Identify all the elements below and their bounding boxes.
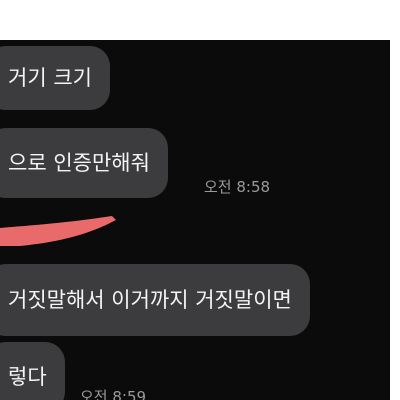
red-redaction-mark (0, 216, 116, 246)
message-bubble[interactable]: 으로 인증만해줘 (0, 128, 168, 198)
message-bubble[interactable]: 거기 크기 (0, 46, 110, 110)
message-timestamp: 오전 8:58 (204, 178, 271, 196)
message-bubble[interactable]: 렇다 (0, 342, 65, 400)
chat-conversation[interactable]: 거기 크기 으로 인증만해줘 오전 8:58 거짓말해서 이거까지 거짓말이면 … (0, 40, 390, 400)
message-bubble[interactable]: 거짓말해서 이거까지 거짓말이면 (0, 264, 310, 336)
screenshot: 거기 크기 으로 인증만해줘 오전 8:58 거짓말해서 이거까지 거짓말이면 … (0, 0, 400, 400)
message-text: 거짓말해서 이거까지 거짓말이면 (8, 287, 292, 312)
message-timestamp: 오전 8:59 (80, 388, 147, 400)
message-text: 거기 크기 (8, 65, 92, 90)
message-text: 으로 인증만해줘 (8, 150, 150, 175)
message-text: 렇다 (8, 364, 47, 389)
